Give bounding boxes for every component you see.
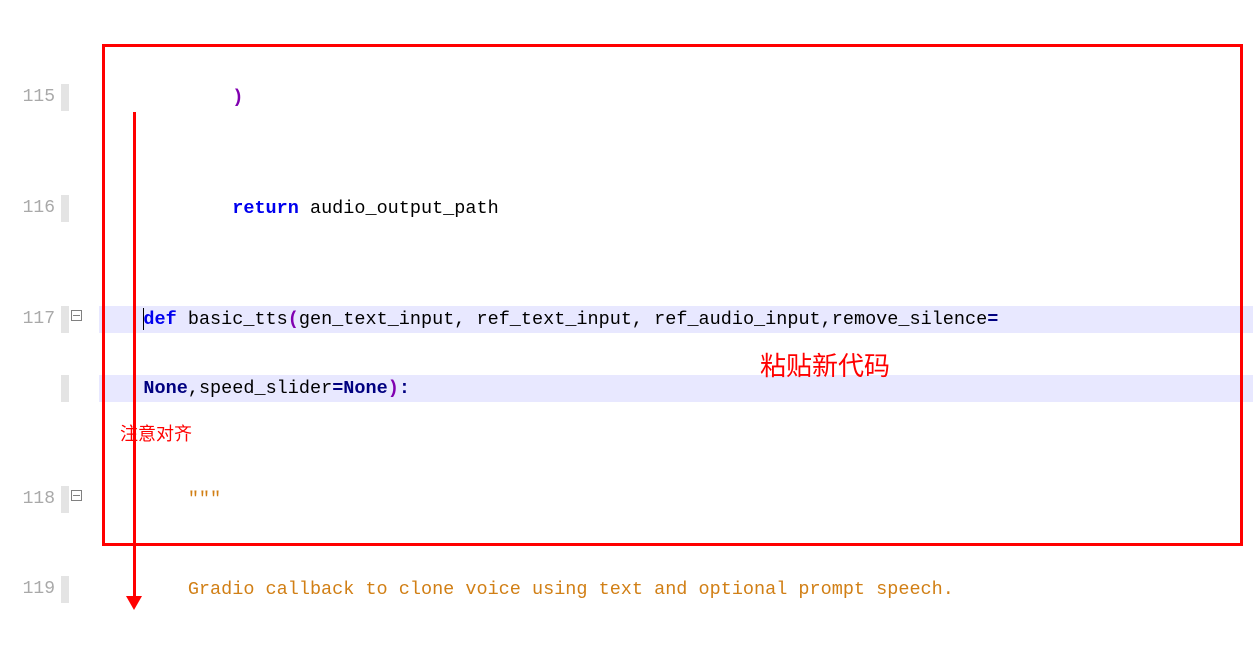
- fold-toggle[interactable]: [69, 486, 83, 513]
- line-number: 115: [0, 84, 61, 111]
- line-number: 117: [0, 306, 61, 333]
- line-number: 116: [0, 195, 61, 222]
- code-line[interactable]: 119 Gradio callback to clone voice using…: [0, 576, 1253, 603]
- line-number: 118: [0, 486, 61, 513]
- code-editor[interactable]: 115 ) 116 return audio_output_path 117 d…: [0, 0, 1253, 647]
- fold-column[interactable]: [69, 84, 83, 111]
- highlight-box: [102, 44, 1243, 546]
- code-line[interactable]: 116 return audio_output_path: [0, 195, 1253, 222]
- code-line[interactable]: 118 """: [0, 486, 1253, 513]
- code-line-continuation[interactable]: None,speed_slider=None):: [0, 375, 1253, 402]
- code-line[interactable]: 117 def basic_tts(gen_text_input, ref_te…: [0, 306, 1253, 333]
- alignment-arrow: [133, 112, 136, 600]
- line-number: 119: [0, 576, 61, 603]
- code-line[interactable]: 115 ): [0, 84, 1253, 111]
- align-annotation: 注意对齐: [120, 420, 192, 446]
- fold-toggle[interactable]: [69, 306, 83, 333]
- margin: [61, 84, 69, 111]
